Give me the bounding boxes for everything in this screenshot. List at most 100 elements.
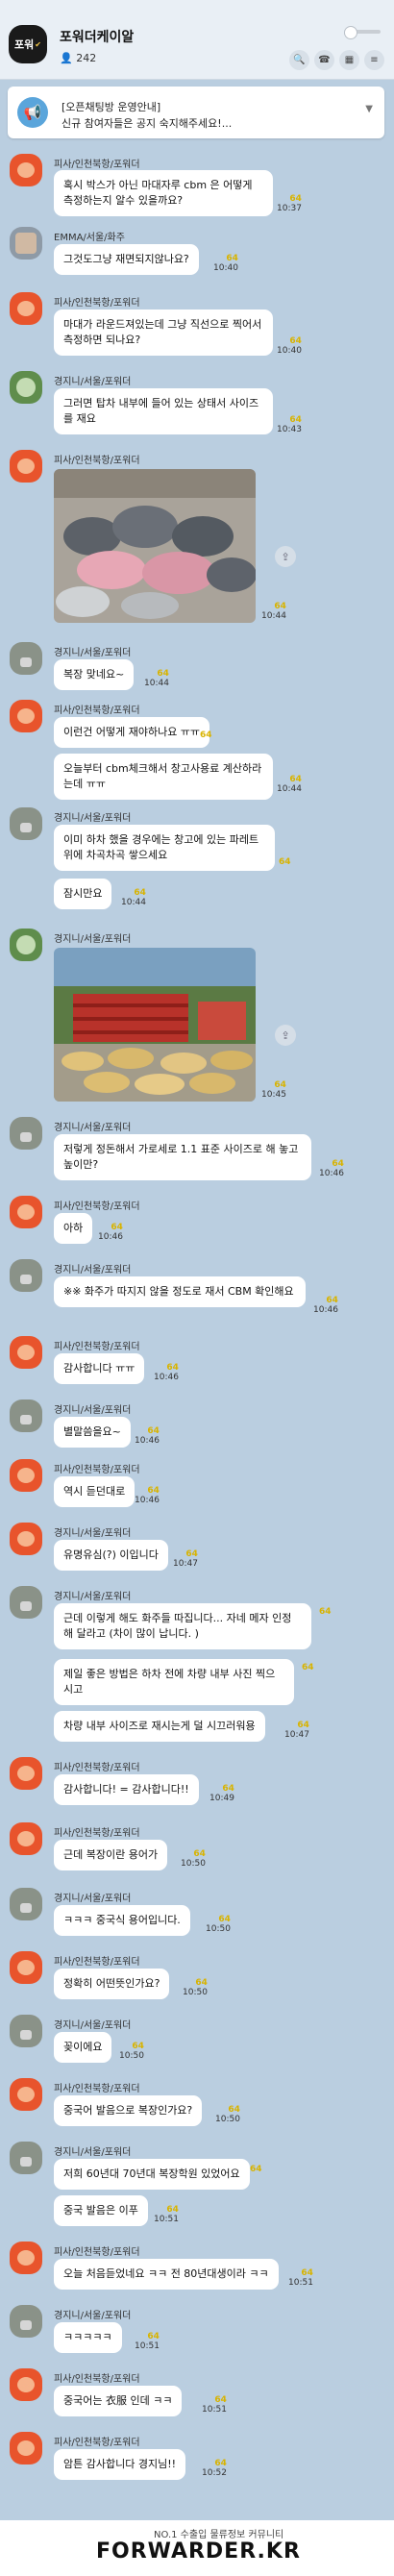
message-bubble[interactable]: ※※ 화주가 따지지 않을 정도로 재서 CBM 확인해요 bbox=[54, 1276, 306, 1307]
room-title: 포워더케이알 bbox=[60, 30, 135, 45]
avatar[interactable] bbox=[10, 1459, 42, 1492]
avatar[interactable] bbox=[10, 1259, 42, 1292]
avatar[interactable] bbox=[10, 1888, 42, 1920]
message-bubble[interactable]: 저희 60년대 70년대 복장학원 있었어요 bbox=[54, 2159, 250, 2190]
message-bubble[interactable]: ㅋㅋㅋ 중국식 용어입니다. bbox=[54, 1905, 190, 1936]
sender-name: 경지니/서울/포워더 bbox=[54, 1265, 132, 1276]
avatar[interactable] bbox=[10, 642, 42, 675]
message-bubble[interactable]: 그러면 탑차 내부에 들어 있는 상태서 사이즈를 재요 bbox=[54, 388, 273, 434]
sender-name: 경지니/서울/포워더 bbox=[54, 2020, 132, 2031]
sender-name: 경지니/서울/포워더 bbox=[54, 1405, 132, 1416]
pallet-photo[interactable] bbox=[54, 948, 256, 1102]
message-meta: 64 10:49 bbox=[209, 1784, 234, 1803]
font-size-slider[interactable] bbox=[344, 26, 381, 39]
sender-name: 피사/인천북항/포워더 bbox=[54, 2438, 140, 2448]
notice-banner[interactable]: 📢 [오픈채팅방 운영안내] 신규 참여자들은 공지 숙지해주세요!... ▼ bbox=[8, 87, 384, 138]
chevron-down-icon[interactable]: ▼ bbox=[365, 104, 373, 114]
message-bubble[interactable]: 정확히 어떤뜻인가요? bbox=[54, 1969, 170, 1999]
sender-name: 피사/인천북항/포워더 bbox=[54, 1957, 140, 1968]
message-bubble[interactable]: 이런건 어떻게 재야하나요 ㅠㅠ bbox=[54, 717, 210, 748]
message-bubble[interactable]: 감사합니다 ㅠㅠ bbox=[54, 1353, 145, 1384]
sender-name: 경지니/서울/포워더 bbox=[54, 1123, 132, 1133]
avatar[interactable] bbox=[10, 2015, 42, 2047]
avatar[interactable] bbox=[10, 700, 42, 732]
message-bubble[interactable]: 오늘부터 cbm체크해서 창고사용료 계산하라는데 ㅠㅠ bbox=[54, 754, 273, 800]
message-bubble[interactable]: 근데 복장이란 용어가 bbox=[54, 1840, 168, 1870]
menu-icon[interactable]: ≡ bbox=[364, 50, 384, 70]
sender-name: 경지니/서울/포워더 bbox=[54, 648, 132, 658]
avatar[interactable] bbox=[10, 2305, 42, 2338]
sender-name: 경지니/서울/포워더 bbox=[54, 813, 132, 824]
avatar[interactable] bbox=[10, 929, 42, 961]
message-meta: 64 bbox=[302, 1663, 314, 1672]
message-bubble[interactable]: 오늘 처음듣었네요 ㅋㅋ 전 80년대생이라 ㅋㅋ bbox=[54, 2259, 279, 2290]
avatar[interactable] bbox=[10, 1523, 42, 1555]
sender-name: 경지니/서울/포워더 bbox=[54, 2147, 132, 2158]
message-bubble[interactable]: 잠시만요 bbox=[54, 879, 112, 909]
sender-name: 경지니/서울/포워더 bbox=[54, 377, 132, 387]
bags-photo[interactable] bbox=[54, 469, 256, 623]
footer-tagline: NO.1 수출입 물류정보 커뮤니티 bbox=[154, 2530, 284, 2540]
message-bubble[interactable]: 중국어 발음으로 복장인가요? bbox=[54, 2095, 203, 2126]
voice-call-icon[interactable]: ☎ bbox=[314, 50, 334, 70]
message-meta: 64 10:40 bbox=[213, 254, 238, 273]
message-meta: 64 10:51 bbox=[202, 2395, 227, 2415]
sender-name: 피사/인천북항/포워더 bbox=[54, 2374, 140, 2385]
avatar[interactable] bbox=[10, 1951, 42, 1984]
message-bubble[interactable]: 복장 맞네요~ bbox=[54, 659, 135, 690]
share-icon[interactable]: ⇪ bbox=[275, 1025, 296, 1046]
avatar[interactable] bbox=[10, 2242, 42, 2274]
avatar[interactable] bbox=[10, 1196, 42, 1228]
message-bubble[interactable]: 이미 하차 했을 경우에는 창고에 있는 파레트 위에 차곡차곡 쌓으세요 bbox=[54, 825, 275, 871]
message-meta: 64 10:45 bbox=[261, 1080, 286, 1100]
avatar[interactable] bbox=[10, 2142, 42, 2174]
message-meta: 64 10:50 bbox=[181, 1849, 206, 1869]
avatar[interactable] bbox=[10, 2078, 42, 2111]
avatar[interactable] bbox=[10, 227, 42, 260]
avatar[interactable] bbox=[10, 450, 42, 483]
avatar[interactable] bbox=[10, 1757, 42, 1790]
calendar-icon[interactable]: ▦ bbox=[339, 50, 359, 70]
message-bubble[interactable]: 마대가 라운드져있는데 그냥 직선으로 찍어서 측정하면 되나요? bbox=[54, 310, 273, 356]
room-avatar-text: 포워 bbox=[14, 38, 35, 51]
message-bubble[interactable]: 꽂이에요 bbox=[54, 2032, 112, 2063]
message-bubble[interactable]: 중국어는 衣服 인데 ㅋㅋ bbox=[54, 2386, 183, 2416]
avatar[interactable] bbox=[10, 807, 42, 840]
message-bubble[interactable]: 아하 bbox=[54, 1213, 93, 1244]
avatar[interactable] bbox=[10, 2368, 42, 2401]
message-bubble[interactable]: 중국 발음은 이푸 bbox=[54, 2195, 148, 2226]
message-meta: 64 bbox=[250, 2165, 262, 2174]
message-bubble[interactable]: 그것도그냥 재면되지않나요? bbox=[54, 244, 199, 275]
message-meta: 64 10:44 bbox=[261, 602, 286, 621]
message-bubble[interactable]: 암튼 감사합니다 경지님!! bbox=[54, 2449, 186, 2480]
message-bubble[interactable]: 근데 이렇게 해도 화주들 따집니다... 자네 메자 인정 해 달라고 (차이… bbox=[54, 1603, 311, 1649]
share-icon[interactable]: ⇪ bbox=[275, 546, 296, 567]
avatar[interactable] bbox=[10, 1336, 42, 1369]
avatar[interactable] bbox=[10, 1822, 42, 1855]
member-count[interactable]: 👤 242 bbox=[60, 52, 96, 64]
message-bubble[interactable]: 제일 좋은 방법은 하차 전에 차량 내부 사진 찍으시고 bbox=[54, 1659, 294, 1705]
message-meta: 64 10:43 bbox=[277, 415, 302, 434]
message-bubble[interactable]: 유명유심(?) 이입니다 bbox=[54, 1540, 168, 1571]
message-bubble[interactable]: 혹시 박스가 아닌 마대자루 cbm 은 어떻게 측정하는지 알수 있을까요? bbox=[54, 170, 273, 216]
message-bubble[interactable]: ㅋㅋㅋㅋㅋ bbox=[54, 2322, 122, 2353]
room-avatar[interactable]: 포워 ✔ bbox=[9, 25, 47, 63]
message-meta: 64 10:50 bbox=[119, 2042, 144, 2061]
avatar[interactable] bbox=[10, 2432, 42, 2465]
message-bubble[interactable]: 감사합니다! = 감사합니다!! bbox=[54, 1774, 199, 1805]
search-icon[interactable]: 🔍 bbox=[289, 50, 309, 70]
sender-name: 피사/인천북항/포워더 bbox=[54, 1828, 140, 1839]
sender-name: 피사/인천북항/포워더 bbox=[54, 1763, 140, 1773]
message-bubble[interactable]: 저렇게 정돈해서 가로세로 1.1 표준 사이즈로 해 놓고 높이만? bbox=[54, 1134, 311, 1180]
forwarder-footer: NO.1 수출입 물류정보 커뮤니티 FORWARDER.KR bbox=[0, 2520, 394, 2576]
avatar[interactable] bbox=[10, 292, 42, 325]
avatar[interactable] bbox=[10, 154, 42, 186]
avatar[interactable] bbox=[10, 1117, 42, 1150]
avatar[interactable] bbox=[10, 371, 42, 404]
avatar[interactable] bbox=[10, 1399, 42, 1432]
message-bubble[interactable]: 별말씀을요~ bbox=[54, 1417, 131, 1448]
message-bubble[interactable]: 역시 듣던대로 bbox=[54, 1476, 135, 1507]
avatar[interactable] bbox=[10, 1586, 42, 1619]
message-bubble[interactable]: 차량 내부 사이즈로 재시는게 덜 시끄러워용 bbox=[54, 1711, 265, 1742]
sender-name: 피사/인천북항/포워더 bbox=[54, 160, 140, 170]
